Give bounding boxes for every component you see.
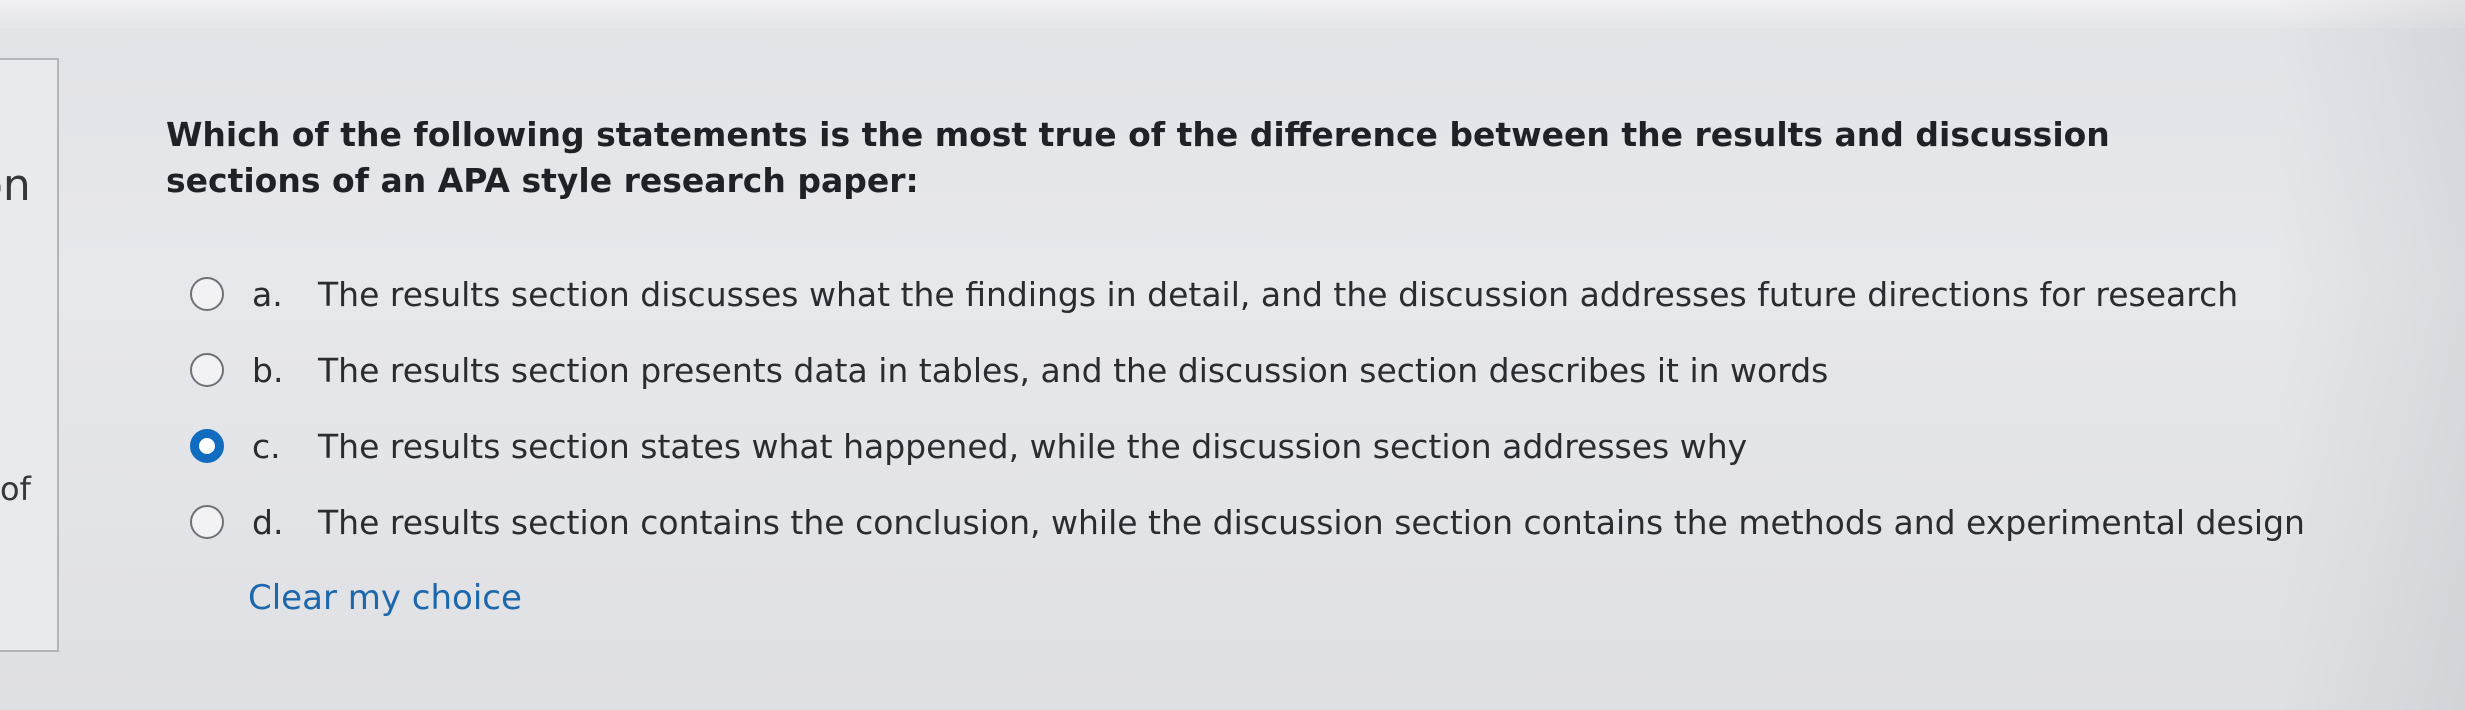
radio-button-c-selected[interactable] — [190, 429, 224, 463]
right-shade — [2275, 0, 2465, 710]
answer-option-b[interactable]: b. The results section presents data in … — [190, 332, 2290, 408]
radio-button-d[interactable] — [190, 505, 224, 539]
answer-list: a. The results section discusses what th… — [190, 256, 2305, 560]
answer-option-c[interactable]: c. The results section states what happe… — [190, 408, 2290, 484]
radio-button-b[interactable] — [190, 353, 224, 387]
answer-text[interactable]: The results section contains the conclus… — [318, 503, 2305, 542]
answer-text[interactable]: The results section discusses what the f… — [318, 275, 2238, 314]
top-strip — [0, 0, 2465, 28]
answer-text[interactable]: The results section states what happened… — [318, 427, 1747, 466]
question-text: Which of the following statements is the… — [166, 115, 2110, 200]
answer-text[interactable]: The results section presents data in tab… — [318, 351, 1828, 390]
info-fragment-mid: of — [0, 470, 31, 508]
radio-button-a[interactable] — [190, 277, 224, 311]
answer-letter: d. — [252, 502, 284, 542]
clear-my-choice-link[interactable]: Clear my choice — [248, 578, 522, 618]
answer-option-a[interactable]: a. The results section discusses what th… — [190, 256, 2290, 332]
info-fragment-top: on — [0, 160, 31, 211]
answer-option-d[interactable]: d. The results section contains the conc… — [190, 484, 2305, 560]
question-info-panel: on of — [0, 58, 59, 652]
answer-letter: a. — [252, 274, 283, 314]
answer-letter: c. — [252, 426, 281, 466]
answer-letter: b. — [252, 350, 284, 390]
